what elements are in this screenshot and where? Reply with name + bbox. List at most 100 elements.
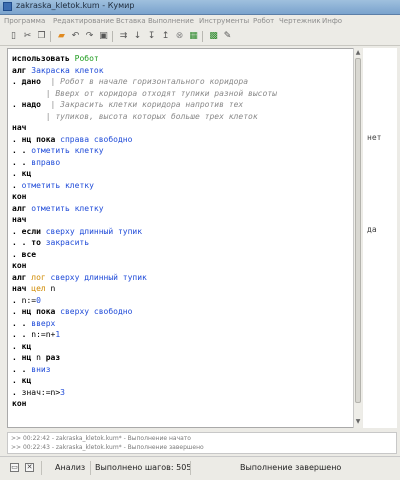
code-token: то — [31, 238, 46, 247]
code-token: лог — [31, 272, 51, 282]
code-token: кон — [12, 192, 27, 201]
code-token: n — [50, 284, 56, 293]
menu-item[interactable]: Инфо — [322, 17, 342, 25]
code-line[interactable]: . знач:=n>3 — [12, 387, 65, 399]
code-token: n:= — [21, 295, 37, 305]
code-token: . — [12, 249, 22, 259]
menu-item[interactable]: Инструменты — [199, 17, 249, 25]
code-line[interactable]: . если сверху длинный тупик — [12, 226, 142, 238]
code-line[interactable]: . отметить клетку — [12, 180, 94, 192]
code-line[interactable]: . нц n раз — [12, 352, 60, 364]
code-token: отметить клетку — [21, 180, 94, 190]
code-line[interactable]: нач — [12, 214, 26, 226]
code-line[interactable]: использовать Робот — [12, 53, 99, 65]
code-line[interactable]: . дано | Робот в начале горизонтального … — [12, 76, 248, 88]
code-token: вправо — [31, 157, 61, 167]
code-line[interactable]: | тупиков, высота которых больше трех кл… — [12, 111, 258, 123]
editor-vertical-scrollbar[interactable]: ▲ ▼ — [353, 48, 362, 428]
code-line[interactable]: алг отметить клетку — [12, 203, 104, 215]
step-out-icon[interactable]: ↥ — [160, 31, 171, 42]
settings-icon[interactable]: ✎ — [222, 31, 233, 42]
scroll-thumb[interactable] — [355, 58, 361, 403]
copy-icon[interactable]: ❐ — [36, 31, 47, 42]
run-icon[interactable]: ⇉ — [118, 31, 129, 42]
code-line[interactable]: . надо | Закрасить клетки коридора напро… — [12, 99, 243, 111]
menu-item[interactable]: Выполнение — [148, 17, 194, 25]
code-line[interactable]: кон — [12, 191, 26, 203]
code-token: | Робот в начале горизонтального коридор… — [50, 77, 249, 86]
code-line[interactable]: . кц — [12, 375, 31, 387]
code-line[interactable]: . . вверх — [12, 318, 55, 330]
menu-item[interactable]: Чертежник — [279, 17, 321, 25]
code-token: . — [12, 77, 22, 86]
status-divider — [90, 461, 91, 475]
code-line[interactable]: нач — [12, 122, 26, 134]
code-line[interactable]: . нц пока справа свободно — [12, 134, 132, 146]
code-token: . — [12, 100, 22, 109]
code-token: . . — [12, 238, 32, 247]
code-line[interactable]: . . n:=n+1 — [12, 329, 60, 341]
code-line[interactable]: кон — [12, 260, 26, 272]
status-divider — [41, 461, 42, 475]
new-file-icon[interactable]: ▯ — [8, 31, 19, 42]
code-token: если — [21, 226, 46, 236]
step-icon[interactable]: ↓ — [132, 31, 143, 42]
code-line[interactable]: . . вправо — [12, 157, 60, 169]
code-line[interactable]: . . отметить клетку — [12, 145, 104, 157]
step-into-icon[interactable]: ↧ — [146, 31, 157, 42]
console-icon[interactable]: ▭ — [10, 463, 19, 472]
close-panel-icon[interactable]: ✕ — [25, 463, 34, 472]
undo-icon[interactable]: ↶ — [70, 31, 81, 42]
code-line[interactable]: . n:=0 — [12, 295, 41, 307]
toolbar-separator — [202, 31, 203, 42]
code-token: Робот — [74, 54, 99, 63]
code-token: . . — [12, 146, 32, 155]
code-token: нач — [12, 123, 27, 132]
code-token: знач:=n> — [21, 387, 61, 397]
margin-value: нет — [367, 132, 382, 142]
scroll-up-arrow-icon[interactable]: ▲ — [354, 49, 362, 57]
code-token: . . — [12, 157, 32, 167]
code-line[interactable]: . нц пока сверху свободно — [12, 306, 132, 318]
draw-icon[interactable]: ▩ — [208, 31, 219, 42]
code-line[interactable]: . кц — [12, 341, 31, 353]
toolbar: ▯ ✂ ❐ ▰ ↶ ↷ ▣ ⇉ ↓ ↧ ↥ ⊗ ▦ ▩ ✎ — [0, 28, 400, 46]
code-line[interactable]: алг Закраска клеток — [12, 65, 104, 77]
open-file-icon[interactable]: ▰ — [56, 31, 67, 42]
redo-icon[interactable]: ↷ — [84, 31, 95, 42]
code-editor[interactable]: использовать Робот алг Закраска клеток. д… — [7, 48, 362, 428]
code-token: сверху длинный тупик — [45, 226, 143, 236]
code-line[interactable]: | Вверх от коридора отходят тупики разно… — [12, 88, 277, 100]
paste-icon[interactable]: ▣ — [98, 31, 109, 42]
code-line[interactable]: . кц — [12, 168, 31, 180]
code-token: нц — [21, 353, 37, 362]
cut-icon[interactable]: ✂ — [22, 31, 33, 42]
code-token: справа свободно — [60, 134, 133, 144]
robot-icon[interactable]: ▦ — [188, 31, 199, 42]
menu-item[interactable]: Редактирование — [53, 17, 114, 25]
code-token: . — [12, 307, 22, 316]
log-line: >> 00:22:43 - zakraska_kletok.kum* - Вып… — [11, 444, 204, 451]
code-token: нач — [12, 284, 32, 293]
code-line[interactable]: нач цел n — [12, 283, 55, 295]
main-window: zakraska_kletok.kum - Кумир Программа Ред… — [0, 0, 400, 480]
code-line[interactable]: . . то закрасить — [12, 237, 89, 249]
code-token: . . — [12, 318, 32, 328]
code-line[interactable]: алг лог сверху длинный тупик — [12, 272, 147, 284]
scroll-down-arrow-icon[interactable]: ▼ — [354, 418, 362, 426]
code-token: кон — [12, 261, 27, 270]
menu-item[interactable]: Программа — [4, 17, 45, 25]
code-token: нц пока — [21, 307, 61, 316]
code-token: цел — [31, 284, 51, 293]
code-token: кц — [21, 169, 32, 178]
code-line[interactable]: . . вниз — [12, 364, 51, 376]
code-token: нц пока — [21, 134, 61, 144]
code-token: кц — [21, 376, 32, 385]
stop-icon[interactable]: ⊗ — [174, 31, 185, 42]
menu-item[interactable]: Вставка — [116, 17, 146, 25]
code-token: нач — [12, 215, 27, 224]
menu-item[interactable]: Робот — [253, 17, 274, 25]
code-token: алг — [12, 203, 32, 213]
code-line[interactable]: . все — [12, 249, 36, 261]
code-line[interactable]: кон — [12, 398, 26, 410]
